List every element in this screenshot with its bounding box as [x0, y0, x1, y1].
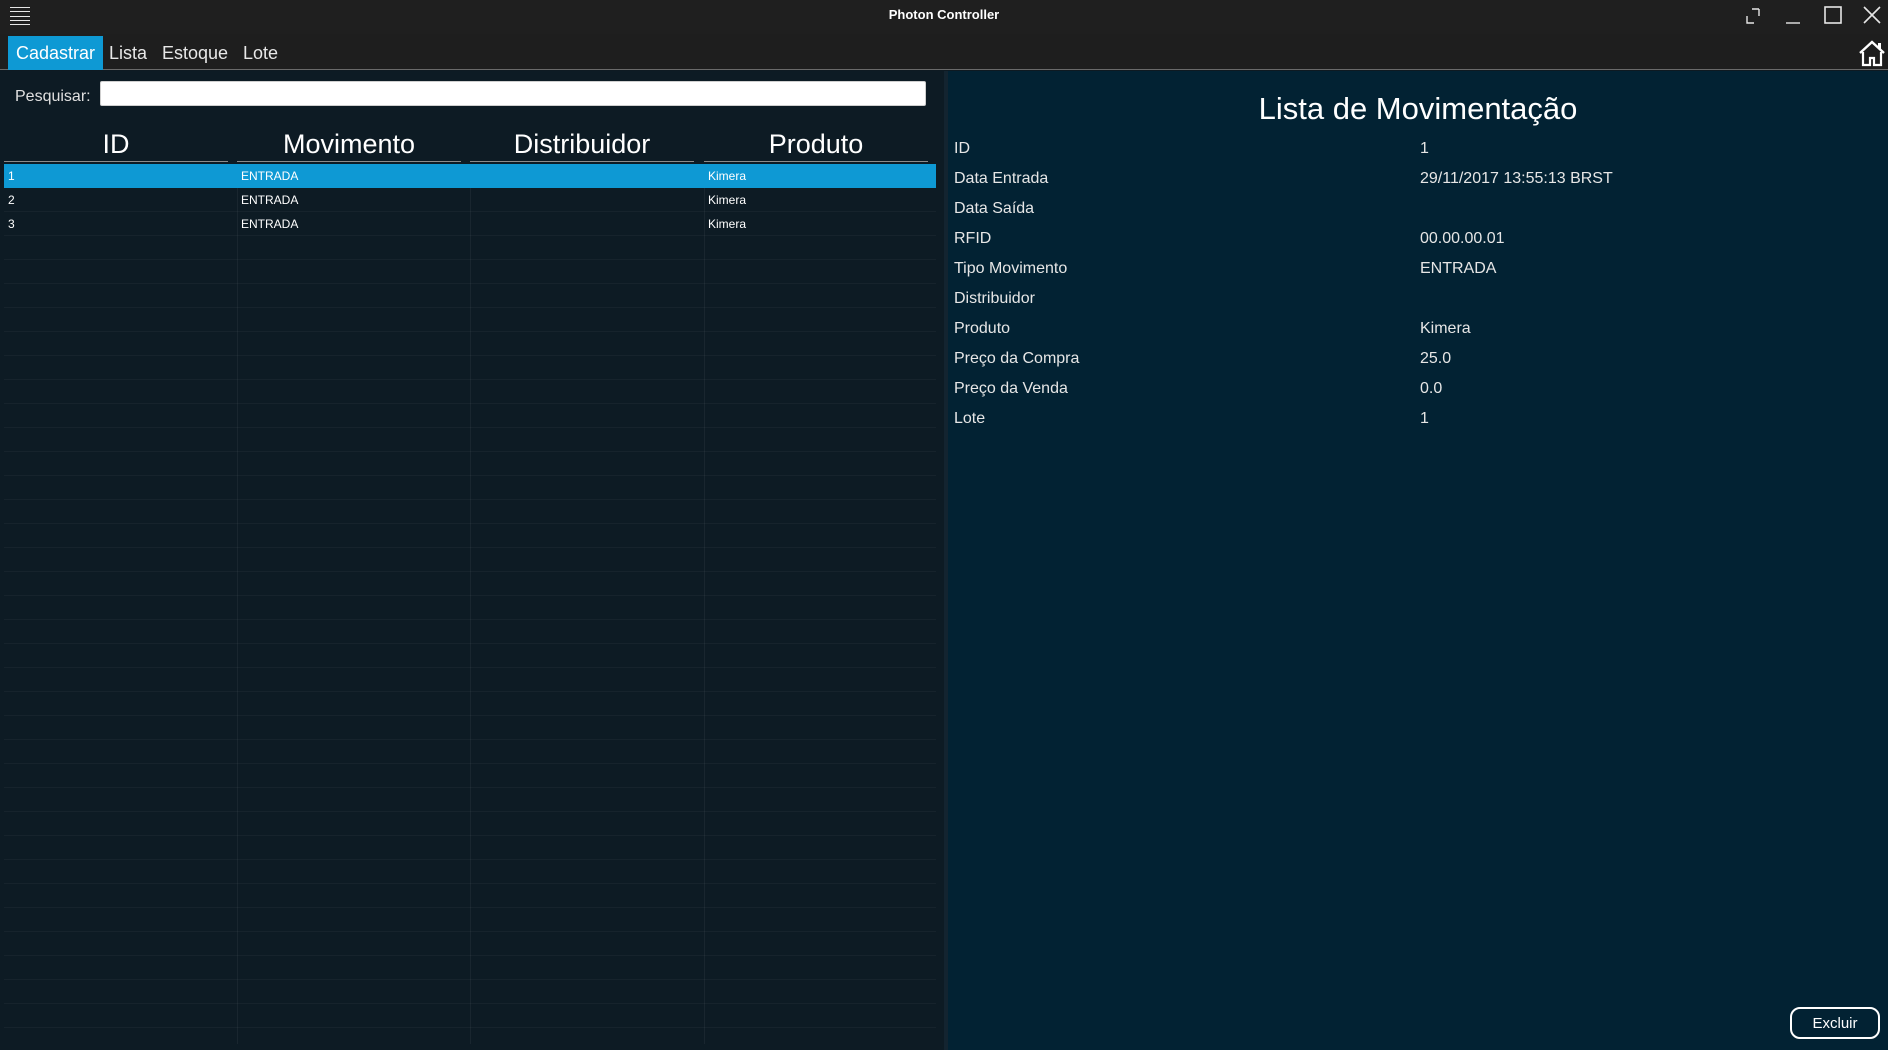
detail-label-tipo-movimento: Tipo Movimento	[954, 260, 1068, 277]
detail-value-preco-compra: 25.0	[1420, 350, 1452, 367]
detail-value-lote: 1	[1420, 410, 1429, 427]
cell-id: 2	[8, 193, 15, 207]
detail-label-produto: Produto	[954, 320, 1011, 337]
cell-movimento: ENTRADA	[241, 217, 299, 231]
column-header-movimento[interactable]: Movimento	[237, 126, 461, 162]
table-row[interactable]: 2 ENTRADA Kimera	[4, 188, 936, 212]
detail-value-tipo-movimento: ENTRADA	[1420, 260, 1497, 277]
maximize-icon[interactable]	[1819, 4, 1847, 28]
minimize-icon[interactable]	[1779, 4, 1807, 28]
table-header: ID Movimento Distribuidor Produto	[4, 126, 936, 162]
cell-id: 1	[8, 169, 15, 183]
table-row[interactable]: 1 ENTRADA Kimera	[4, 164, 936, 188]
home-icon[interactable]	[1858, 39, 1886, 67]
column-header-distribuidor[interactable]: Distribuidor	[470, 126, 694, 162]
search-input[interactable]	[100, 81, 926, 106]
detail-label-data-entrada: Data Entrada	[954, 170, 1049, 187]
title-bar: Photon Controller	[0, 0, 1888, 34]
details-title: Lista de Movimentação	[1258, 91, 1578, 126]
window-title: Photon Controller	[888, 7, 1000, 22]
cell-produto: Kimera	[708, 169, 747, 183]
table-row[interactable]: 3 ENTRADA Kimera	[4, 212, 936, 236]
search-label: Pesquisar:	[15, 88, 91, 105]
detail-label-data-saida: Data Saída	[954, 200, 1035, 217]
detail-label-preco-compra: Preço da Compra	[954, 350, 1080, 367]
cell-produto: Kimera	[708, 193, 747, 207]
cell-movimento: ENTRADA	[241, 193, 299, 207]
menu-item-estoque[interactable]: Estoque	[154, 36, 236, 70]
detail-value-preco-venda: 0.0	[1420, 380, 1443, 397]
column-divider	[237, 164, 238, 1044]
detail-label-rfid: RFID	[954, 230, 992, 247]
cell-id: 3	[8, 217, 15, 231]
detail-value-id: 1	[1420, 140, 1429, 157]
detail-label-preco-venda: Preço da Venda	[954, 380, 1068, 397]
column-header-produto[interactable]: Produto	[704, 126, 928, 162]
column-divider	[470, 164, 471, 1044]
menu-item-cadastrar[interactable]: Cadastrar	[8, 36, 104, 70]
delete-button[interactable]: Excluir	[1790, 1007, 1880, 1039]
data-grid[interactable]: 1 ENTRADA Kimera 2 ENTRADA Kimera 3 ENTR…	[4, 164, 936, 1044]
menu-bar: Cadastrar Lista Estoque Lote	[0, 34, 1888, 70]
detail-label-distribuidor: Distribuidor	[954, 290, 1035, 307]
details-panel: Lista de Movimentação ID 1 Data Entrada …	[948, 71, 1888, 1050]
column-divider	[704, 164, 705, 1044]
close-icon[interactable]	[1858, 4, 1886, 28]
column-header-id[interactable]: ID	[4, 126, 228, 162]
list-panel: Pesquisar: ID Movimento Distribuidor Pro…	[0, 71, 944, 1050]
cell-distribuidor	[470, 188, 474, 212]
detail-label-id: ID	[954, 140, 970, 157]
cell-movimento: ENTRADA	[241, 169, 299, 183]
detail-value-rfid: 00.00.00.01	[1420, 230, 1505, 247]
menu-item-lote[interactable]: Lote	[235, 36, 286, 70]
fullscreen-icon[interactable]	[1739, 4, 1767, 28]
cell-distribuidor	[470, 212, 474, 236]
menu-item-lista[interactable]: Lista	[101, 36, 155, 70]
detail-value-produto: Kimera	[1420, 320, 1471, 337]
detail-value-data-entrada: 29/11/2017 13:55:13 BRST	[1420, 170, 1613, 187]
detail-label-lote: Lote	[954, 410, 986, 427]
cell-produto: Kimera	[708, 217, 747, 231]
cell-distribuidor	[470, 164, 474, 188]
